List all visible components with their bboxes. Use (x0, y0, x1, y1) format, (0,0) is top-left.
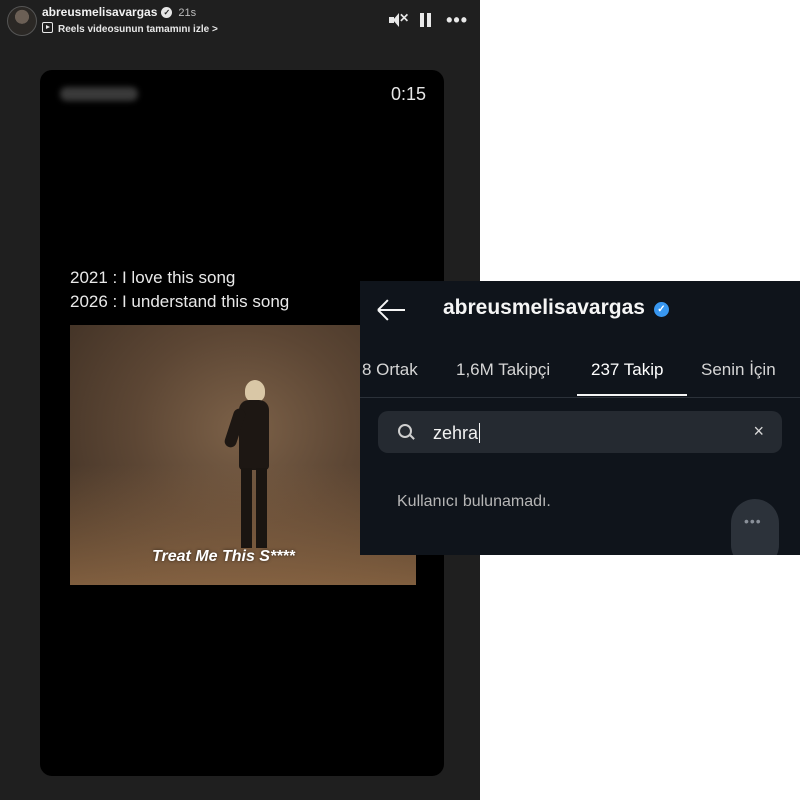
tab-for-you[interactable]: Senin İçin (701, 360, 776, 380)
floating-button[interactable]: ••• (731, 499, 779, 555)
video-caption-line2: 2026 : I understand this song (70, 292, 290, 311)
video-lyric-subtitle: Treat Me This S**** (152, 548, 295, 565)
story-user-line: abreusmelisavargas ✓ 21s (42, 5, 196, 19)
story-controls: ✕ ••• (388, 11, 468, 29)
verified-icon: ✓ (161, 7, 173, 18)
reels-link[interactable]: Reels videosunun tamamını izle > (42, 22, 218, 35)
video-caption-line1: 2021 : I love this song (70, 268, 236, 287)
story-header: abreusmelisavargas ✓ 21s Reels videosunun … (0, 0, 480, 44)
singer-figure (223, 380, 285, 555)
profile-title: abreusmelisavargas ✓ (443, 296, 669, 320)
follow-tabs: 8 Ortak 1,6M Takipçi 237 Takip Senin İçi… (360, 357, 800, 397)
pause-icon[interactable] (420, 13, 432, 27)
close-icon[interactable]: × (753, 421, 764, 442)
chevron-right-icon: > (211, 24, 218, 35)
video-timer: 0:15 (390, 84, 426, 104)
tabs-divider (360, 397, 800, 398)
tab-following[interactable]: 237 Takip (591, 360, 663, 380)
search-input[interactable]: zehra × (378, 411, 782, 453)
blurred-username (60, 87, 138, 101)
profile-username: abreusmelisavargas (443, 296, 645, 319)
mute-icon[interactable]: ✕ (388, 11, 409, 28)
search-value[interactable]: zehra (433, 423, 481, 444)
avatar[interactable] (7, 6, 37, 36)
reels-icon (42, 22, 53, 33)
verified-icon: ✓ (653, 302, 669, 317)
no-results-message: Kullanıcı bulunamadı. (397, 493, 551, 510)
search-icon (398, 424, 415, 440)
reels-link-label: Reels videosunun tamamını izle (58, 24, 210, 35)
more-icon[interactable]: ••• (446, 11, 468, 29)
back-arrow-icon[interactable] (377, 297, 407, 323)
active-tab-indicator (577, 394, 687, 396)
story-username[interactable]: abreusmelisavargas (42, 5, 157, 19)
tab-mutual[interactable]: 8 Ortak (362, 360, 418, 380)
following-panel: abreusmelisavargas ✓ 8 Ortak 1,6M Takipçi… (360, 281, 800, 555)
story-time: 21s (178, 7, 197, 19)
tab-followers[interactable]: 1,6M Takipçi (456, 360, 550, 380)
